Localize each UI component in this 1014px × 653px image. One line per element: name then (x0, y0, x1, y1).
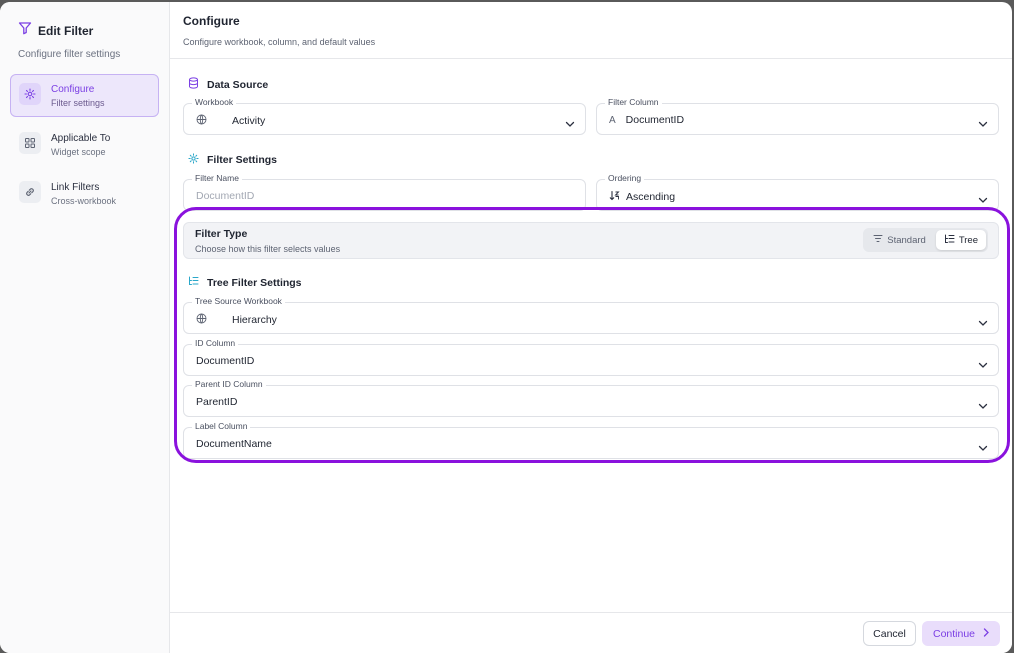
section-title: Filter Settings (207, 154, 278, 166)
field-value-wrap: Ascending (609, 190, 675, 204)
tree-source-workbook-value: Hierarchy (232, 314, 277, 326)
sidebar-title: Edit Filter (38, 23, 94, 38)
cancel-button[interactable]: Cancel (863, 621, 916, 646)
grid-icon (19, 132, 41, 154)
text-type-icon: A (609, 114, 616, 126)
chevron-down-icon (978, 115, 988, 133)
sidebar-item-label: Link Filters (51, 182, 100, 193)
chevron-down-icon (978, 314, 988, 332)
tree-filter-settings-heading: Tree Filter Settings (188, 276, 302, 289)
gear-icon (19, 83, 41, 105)
field-label: Parent ID Column (192, 379, 266, 389)
filter-type-tree-button[interactable]: Tree (935, 230, 986, 250)
tree-source-workbook-select[interactable]: Tree Source Workbook Hierarchy (183, 296, 999, 334)
chevron-down-icon (565, 115, 575, 133)
field-label: Label Column (192, 421, 251, 431)
gear-icon (188, 153, 199, 167)
label-column-select[interactable]: Label Column DocumentName (183, 421, 999, 459)
sidebar-item-desc: Cross-workbook (51, 196, 117, 206)
filter-column-value: DocumentID (625, 114, 685, 126)
dialog-footer: Cancel Continue (170, 612, 1012, 653)
sort-icon (609, 190, 620, 204)
filter-name-input[interactable]: Filter Name DocumentID (183, 173, 586, 211)
sidebar-item-label: Configure (51, 84, 95, 95)
field-value-wrap: Activity (196, 114, 265, 128)
filter-lines-icon (873, 234, 883, 246)
funnel-icon (18, 21, 32, 40)
globe-icon (196, 313, 207, 327)
filter-type-panel: Filter Type Choose how this filter selec… (183, 222, 999, 259)
parent-id-column-select[interactable]: Parent ID Column ParentID (183, 379, 999, 417)
filter-type-toggle: Standard Tree (863, 228, 988, 252)
tree-list-icon (944, 234, 955, 247)
label-column-value: DocumentName (196, 438, 272, 450)
chevron-down-icon (978, 397, 988, 415)
sidebar-item-desc: Filter settings (51, 98, 105, 108)
field-label: Filter Name (192, 173, 242, 183)
ordering-value: Ascending (626, 191, 676, 203)
sidebar-subtitle: Configure filter settings (18, 49, 121, 60)
chevron-down-icon (978, 439, 988, 457)
field-value-wrap: A DocumentID (609, 114, 684, 126)
option-label: Standard (887, 234, 926, 246)
chevron-down-icon (978, 191, 988, 209)
parent-id-column-value: ParentID (196, 396, 238, 408)
continue-button[interactable]: Continue (922, 621, 1000, 646)
workbook-value: Activity (232, 115, 266, 127)
globe-icon (196, 114, 207, 128)
continue-label: Continue (932, 627, 976, 640)
workbook-select[interactable]: Workbook Activity (183, 97, 586, 135)
id-column-value: DocumentID (196, 355, 255, 367)
section-title: Data Source (207, 78, 269, 91)
sidebar-item-label: Applicable To (51, 133, 111, 144)
sidebar-item-link-filters[interactable]: Link Filters Cross-workbook (10, 172, 159, 215)
option-label: Tree (958, 234, 978, 246)
field-value-wrap: Hierarchy (196, 313, 277, 327)
field-label: Tree Source Workbook (192, 296, 285, 306)
page-header: Configure Configure workbook, column, an… (170, 2, 1012, 59)
field-label: ID Column (192, 338, 239, 348)
database-icon (188, 77, 199, 92)
edit-filter-dialog: Edit Filter Configure filter settings Co… (0, 2, 1012, 653)
sidebar-item-desc: Widget scope (51, 147, 106, 157)
filter-type-subtitle: Choose how this filter selects values (195, 244, 341, 254)
id-column-select[interactable]: ID Column DocumentID (183, 338, 999, 376)
sidebar-item-applicable-to[interactable]: Applicable To Widget scope (10, 123, 159, 166)
data-source-heading: Data Source (188, 77, 268, 92)
sidebar: Edit Filter Configure filter settings Co… (0, 2, 170, 653)
ordering-select[interactable]: Ordering Ascending (596, 173, 999, 211)
field-label: Ordering (605, 173, 645, 183)
chevron-down-icon (978, 356, 988, 374)
filter-settings-heading: Filter Settings (188, 153, 277, 167)
sidebar-item-configure[interactable]: Configure Filter settings (10, 74, 159, 117)
link-icon (19, 181, 41, 203)
chevron-right-icon (983, 627, 989, 640)
page-title: Configure (183, 14, 240, 28)
section-title: Tree Filter Settings (207, 276, 302, 289)
filter-type-standard-button[interactable]: Standard (865, 230, 934, 250)
filter-name-placeholder: DocumentID (196, 190, 255, 202)
filter-column-select[interactable]: Filter Column A DocumentID (596, 97, 999, 135)
tree-list-icon (188, 276, 199, 289)
field-label: Filter Column (605, 97, 662, 107)
main-panel: Configure Configure workbook, column, an… (170, 2, 1012, 653)
page-subtitle: Configure workbook, column, and default … (183, 37, 376, 47)
filter-type-title: Filter Type (195, 228, 248, 240)
field-label: Workbook (192, 97, 237, 107)
